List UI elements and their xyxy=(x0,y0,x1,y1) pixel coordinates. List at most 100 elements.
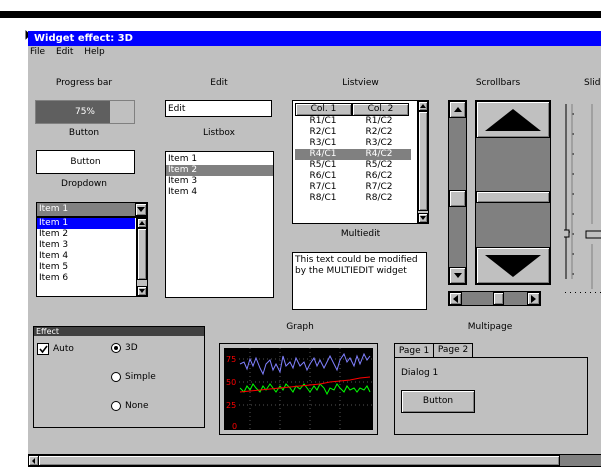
graph-canvas: 75 50 25 0 xyxy=(224,348,373,431)
dropdown-item[interactable]: Item 2 xyxy=(37,229,135,240)
listview-row[interactable]: R2/C1 R2/C2 xyxy=(295,127,411,138)
listview-cell: R6/C2 xyxy=(365,171,393,181)
listview-cell: R3/C1 xyxy=(309,138,337,148)
listbox-item[interactable]: Item 1 xyxy=(166,154,273,165)
listview-row[interactable]: R8/C1 R8/C2 xyxy=(295,193,411,204)
listview-cell: R7/C2 xyxy=(365,182,393,192)
listview-column-header[interactable]: Col. 2 xyxy=(352,103,409,116)
listview-column-header[interactable]: Col. 1 xyxy=(295,103,352,116)
radio-3d[interactable]: 3D xyxy=(111,343,138,353)
listbox-label: Listbox xyxy=(202,128,235,138)
multiedit-field[interactable]: This text could be modified by the MULTI… xyxy=(292,252,427,310)
radio-unselected-icon xyxy=(111,401,121,411)
dropdown-field[interactable]: Item 1 xyxy=(36,202,148,217)
listview-row[interactable]: R6/C1 R6/C2 xyxy=(295,171,411,182)
dropdown-selected: Item 1 xyxy=(39,204,69,214)
listview-row[interactable]: R7/C1 R7/C2 xyxy=(295,182,411,193)
window-horizontal-scrollbar[interactable] xyxy=(28,454,601,467)
scroll-down-arrow-icon[interactable] xyxy=(137,286,147,296)
scrollbars-label: Scrollbars xyxy=(475,78,521,88)
radio-simple[interactable]: Simple xyxy=(111,372,156,382)
listbox[interactable]: Item 1 Item 2 Item 3 Item 4 xyxy=(165,151,274,298)
tab-page-2[interactable]: Page 2 xyxy=(433,343,473,358)
listbox-item[interactable]: Item 4 xyxy=(166,187,273,198)
dropdown-item[interactable]: Item 6 xyxy=(37,273,135,284)
radio-label: Simple xyxy=(125,372,156,382)
multipage-label: Multipage xyxy=(467,322,513,332)
listview-cell: R5/C2 xyxy=(365,160,393,170)
listview-cell: R6/C1 xyxy=(309,171,337,181)
listview-scroll-thumb[interactable] xyxy=(418,111,428,211)
listview-row[interactable]: R5/C1 R5/C2 xyxy=(295,160,411,171)
effect-frame: Effect Auto 3D Simple None xyxy=(33,326,205,428)
menu-bar: File Edit Help xyxy=(28,46,601,59)
listview-cell: R5/C1 xyxy=(309,160,337,170)
dialog-button[interactable]: Button xyxy=(401,390,475,413)
listview[interactable]: Col. 1 Col. 2 R1/C1 R1/C2 R2/C1 R2/C2 R3/C1 R… xyxy=(292,100,429,224)
radio-label: 3D xyxy=(125,343,138,353)
dialog-label: Dialog 1 xyxy=(401,368,439,378)
listview-row[interactable]: R4/C1 R4/C2 xyxy=(295,149,411,160)
dropdown-chevron-down-icon[interactable] xyxy=(135,203,147,216)
window-scroll-thumb[interactable] xyxy=(38,455,560,466)
scroll-down-arrow-icon[interactable] xyxy=(476,247,550,284)
scroll-left-arrow-icon[interactable] xyxy=(449,292,462,305)
scroll-up-arrow-icon[interactable] xyxy=(449,101,466,118)
listview-cell: R4/C1 xyxy=(309,149,337,159)
vertical-scroll-thumb[interactable] xyxy=(476,191,550,203)
listview-cell: R8/C2 xyxy=(365,193,393,203)
listview-cell: R1/C2 xyxy=(365,116,393,126)
radio-selected-icon xyxy=(111,343,121,353)
menu-edit[interactable]: Edit xyxy=(56,47,73,57)
listview-row[interactable]: R3/C1 R3/C2 xyxy=(295,138,411,149)
dropdown-item[interactable]: Item 4 xyxy=(37,251,135,262)
progress-bar-label: Progress bar xyxy=(55,78,113,88)
auto-checkbox[interactable]: Auto xyxy=(37,343,74,355)
listview-cell: R8/C1 xyxy=(309,193,337,203)
listview-row[interactable]: R1/C1 R1/C2 xyxy=(295,116,411,127)
slider-widget[interactable] xyxy=(560,104,601,294)
tab-page-1[interactable]: Page 1 xyxy=(394,343,434,358)
dropdown-item[interactable]: Item 3 xyxy=(37,240,135,251)
horizontal-scrollbar[interactable] xyxy=(448,291,541,306)
screen-top-bar xyxy=(0,11,601,18)
dropdown-item[interactable]: Item 5 xyxy=(37,262,135,273)
button-widget[interactable]: Button xyxy=(36,150,135,174)
horizontal-scroll-thumb[interactable] xyxy=(493,292,504,305)
edit-field[interactable]: Edit xyxy=(165,100,272,117)
listview-cell: R7/C1 xyxy=(309,182,337,192)
menu-help[interactable]: Help xyxy=(84,47,105,57)
listbox-item[interactable]: Item 3 xyxy=(166,176,273,187)
graph-widget: 75 50 25 0 xyxy=(219,343,378,435)
multipage-widget: Page 1 Page 2 Dialog 1 Button xyxy=(393,343,588,435)
vertical-scrollbar-small[interactable] xyxy=(448,100,467,285)
scroll-down-arrow-icon[interactable] xyxy=(449,267,466,284)
dropdown-scroll-thumb[interactable] xyxy=(137,228,147,280)
dropdown-item[interactable]: Item 1 xyxy=(37,218,135,229)
radio-unselected-icon xyxy=(111,372,121,382)
edit-label: Edit xyxy=(210,78,228,88)
radio-none[interactable]: None xyxy=(111,401,148,411)
listview-cell: R1/C1 xyxy=(309,116,337,126)
multiedit-text-line: by the MULTIEDIT widget xyxy=(295,266,407,276)
dropdown-list[interactable]: Item 1 Item 2 Item 3 Item 4 Item 5 Item 6 xyxy=(36,217,148,297)
menu-file[interactable]: File xyxy=(30,47,45,57)
vertical-scroll-thumb[interactable] xyxy=(449,190,466,207)
multiedit-text-line: This text could be modified xyxy=(295,255,418,265)
effect-frame-title: Effect xyxy=(34,327,204,336)
graph-tick-label: 25 xyxy=(226,401,236,410)
slider-label: Slid xyxy=(584,78,601,88)
vertical-scrollbar-large[interactable] xyxy=(475,100,551,285)
scroll-up-arrow-icon[interactable] xyxy=(476,101,550,138)
scroll-up-arrow-icon[interactable] xyxy=(418,101,428,111)
window-title-bar[interactable]: Widget effect: 3D xyxy=(28,31,601,46)
listview-scrollbar[interactable] xyxy=(417,101,428,223)
scroll-down-arrow-icon[interactable] xyxy=(418,213,428,223)
listview-header: Col. 1 Col. 2 xyxy=(295,103,411,116)
scroll-right-arrow-icon[interactable] xyxy=(527,292,540,305)
dropdown-scrollbar[interactable] xyxy=(136,218,147,296)
scroll-up-arrow-icon[interactable] xyxy=(137,218,147,228)
listview-cell: R4/C2 xyxy=(365,149,393,159)
graph-tick-label: 0 xyxy=(232,422,237,431)
listbox-item[interactable]: Item 2 xyxy=(166,165,273,176)
